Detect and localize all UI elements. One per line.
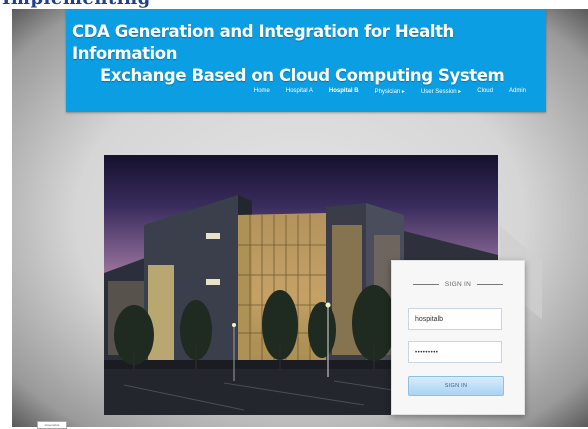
username-input[interactable]: hospitalb [408,308,502,330]
nav-hospital-b[interactable]: Hospital B [321,88,367,95]
site-title: CDA Generation and Integration for Healt… [72,21,542,87]
corner-label: screenshot [37,421,67,429]
site-title-line1: CDA Generation and Integration for Healt… [72,22,454,63]
nav-hospital-a[interactable]: Hospital A [278,88,321,95]
site-title-line2: Exchange Based on Cloud Computing System [100,66,505,85]
heading-rule-right [477,283,504,285]
browser-viewport: CDA Generation and Integration for Healt… [12,9,588,427]
sign-in-heading: SIGN IN [392,281,524,288]
heading-rule-left [412,283,439,285]
site-header: CDA Generation and Integration for Healt… [66,9,546,112]
sign-in-card: SIGN IN hospitalb ••••••••• SIGN IN [391,260,525,415]
nav-physician[interactable]: Physician ▸ [367,88,413,95]
nav-home[interactable]: Home [246,88,278,95]
main-nav: Home Hospital A Hospital B Physician ▸ U… [246,88,534,95]
password-input[interactable]: ••••••••• [408,341,502,363]
partial-header-text: Implementing [2,0,151,9]
nav-cloud[interactable]: Cloud [469,88,501,95]
nav-admin[interactable]: Admin [501,88,534,95]
sign-in-heading-text: SIGN IN [444,281,472,288]
sign-in-button[interactable]: SIGN IN [408,376,504,396]
nav-user-session[interactable]: User Session ▸ [413,88,469,95]
browser-top-strip: Implementing [0,0,588,9]
